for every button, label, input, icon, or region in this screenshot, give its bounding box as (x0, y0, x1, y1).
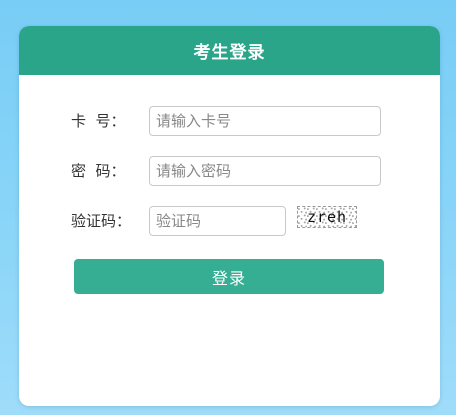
password-row: 密 码： (19, 156, 440, 186)
card-number-label: 卡 号： (71, 112, 126, 130)
card-number-input[interactable] (149, 106, 381, 136)
card-number-row: 卡 号： (19, 106, 440, 136)
captcha-row: 验证码： zreh (19, 206, 440, 236)
captcha-label: 验证码： (71, 212, 132, 230)
login-button[interactable]: 登录 (74, 259, 384, 294)
login-title: 考生登录 (193, 43, 266, 63)
login-header: 考生登录 (19, 26, 440, 75)
password-label: 密 码： (71, 162, 126, 180)
captcha-text: zreh (306, 208, 348, 226)
captcha-input[interactable] (149, 206, 286, 236)
login-card: 考生登录 卡 号： 密 码： 验证码： zreh 登录 (19, 26, 440, 406)
password-input[interactable] (149, 156, 381, 186)
captcha-image[interactable]: zreh (297, 206, 357, 228)
